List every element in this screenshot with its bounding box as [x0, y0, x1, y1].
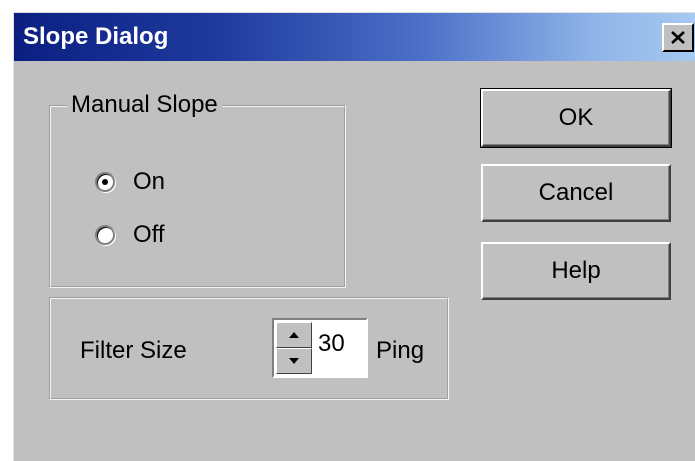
radio-on-indicator[interactable] — [95, 172, 115, 192]
spin-down-button[interactable] — [276, 348, 312, 374]
spin-buttons — [276, 322, 312, 374]
spin-up-arrow-icon — [289, 332, 299, 338]
radio-off-indicator[interactable] — [95, 225, 115, 245]
filter-unit-label: Ping — [376, 337, 425, 364]
slope-dialog: Slope Dialog Manual Slope On Off Filter … — [13, 12, 695, 461]
filter-size-value[interactable]: 30 — [318, 330, 345, 358]
radio-off-label[interactable]: Off — [133, 220, 165, 250]
radio-selected-dot — [102, 179, 108, 185]
filter-size-label: Filter Size — [80, 337, 187, 364]
help-button[interactable]: Help — [481, 242, 671, 300]
filter-size-spinner[interactable]: 30 — [272, 318, 368, 378]
manual-slope-group: Manual Slope On Off — [49, 90, 346, 288]
window-title: Slope Dialog — [23, 23, 169, 50]
cancel-button[interactable]: Cancel — [481, 164, 671, 222]
filter-size-group: Filter Size 30 Ping — [49, 297, 449, 400]
spin-down-arrow-icon — [289, 358, 299, 364]
radio-off[interactable]: Off — [95, 220, 165, 250]
spin-up-button[interactable] — [276, 322, 312, 348]
title-bar[interactable]: Slope Dialog — [14, 13, 695, 61]
radio-on[interactable]: On — [95, 167, 165, 197]
ok-button[interactable]: OK — [480, 88, 672, 148]
close-button[interactable] — [662, 23, 694, 52]
manual-slope-legend: Manual Slope — [67, 90, 222, 120]
radio-on-label[interactable]: On — [133, 167, 165, 197]
close-x-icon — [671, 31, 685, 44]
